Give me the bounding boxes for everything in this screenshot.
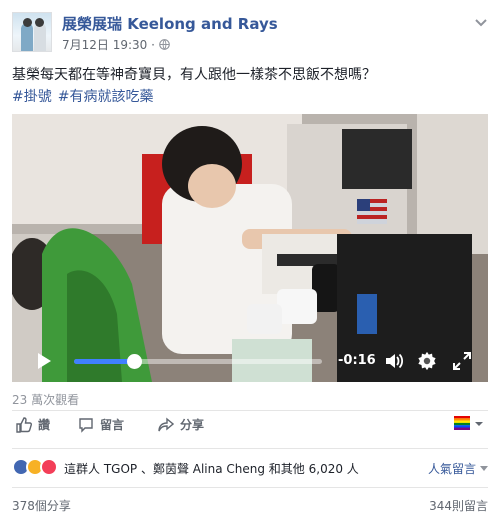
divider: [12, 448, 488, 449]
reaction-icons[interactable]: [12, 458, 58, 476]
chevron-down-icon[interactable]: [474, 421, 484, 427]
reactions-summary: 這群人 TGOP 、鄭茵聲 Alina Cheng 和其他 6,020 人 人氣…: [12, 458, 488, 478]
like-label: 讚: [38, 418, 51, 432]
gear-icon[interactable]: [416, 350, 438, 372]
share-label: 分享: [180, 418, 205, 432]
globe-icon: [159, 39, 170, 50]
video-controls: -0:16: [12, 338, 488, 382]
comment-sort-label: 人氣留言: [427, 462, 476, 476]
love-reaction-icon: [40, 458, 58, 476]
volume-icon[interactable]: [384, 351, 404, 371]
rainbow-profile-icon[interactable]: [454, 416, 470, 430]
post-options-chevron-icon[interactable]: [474, 18, 488, 28]
play-icon[interactable]: [36, 352, 52, 370]
post-action-bar: 讚 留言 分享: [12, 412, 488, 440]
divider: [12, 410, 488, 411]
comment-label: 留言: [100, 418, 125, 432]
post-meta: 7月12日 19:30 ·: [62, 36, 170, 53]
chevron-down-icon: [480, 465, 488, 471]
share-arrow-icon: [158, 417, 174, 431]
share-button[interactable]: 分享: [158, 416, 204, 433]
comment-count[interactable]: 344則留言: [429, 497, 488, 514]
hashtag-link[interactable]: #掛號: [12, 89, 52, 105]
thumbs-up-icon: [16, 416, 32, 433]
divider: [12, 487, 488, 488]
like-button[interactable]: 讚: [16, 416, 50, 433]
post-hashtags: #掛號 #有病就該吃藥: [12, 86, 159, 106]
page-avatar[interactable]: [12, 12, 52, 52]
video-progress-bar[interactable]: [74, 354, 322, 369]
speech-bubble-icon: [79, 417, 93, 433]
video-time-remaining: -0:16: [338, 353, 376, 368]
post-body-text: 基榮每天都在等神奇寶貝，有人跟他一樣茶不思飯不想嗎？: [12, 67, 376, 83]
reactions-text[interactable]: 這群人 TGOP 、鄭茵聲 Alina Cheng 和其他 6,020 人: [64, 460, 359, 477]
page-name-link[interactable]: 展榮展瑞 Keelong and Rays: [62, 13, 278, 34]
video-player[interactable]: -0:16: [12, 114, 488, 382]
fullscreen-icon[interactable]: [452, 351, 472, 371]
post-timestamp[interactable]: 7月12日 19:30 ·: [62, 36, 155, 53]
comment-sort-dropdown[interactable]: 人氣留言: [428, 460, 488, 477]
comment-button[interactable]: 留言: [78, 416, 124, 433]
video-progress-fill: [74, 359, 134, 364]
hashtag-link[interactable]: #有病就該吃藥: [58, 89, 154, 105]
post-header: 展榮展瑞 Keelong and Rays 7月12日 19:30 ·: [12, 10, 488, 54]
share-count[interactable]: 378個分享: [12, 497, 71, 514]
video-scrubber-handle[interactable]: [126, 354, 142, 369]
view-count: 23 萬次觀看: [12, 393, 80, 407]
